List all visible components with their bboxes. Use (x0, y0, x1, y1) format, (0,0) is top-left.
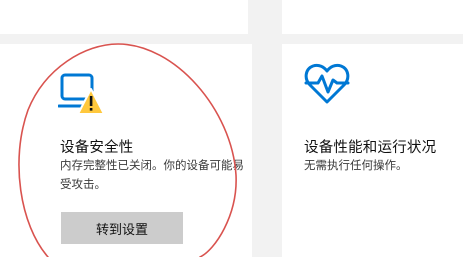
security-overview: 设备安全性 内存完整性已关闭。你的设备可能易受攻击。 转到设置 设备性能和运行状… (0, 0, 463, 257)
device-security-title: 设备安全性 (60, 140, 134, 156)
device-health-card[interactable]: 设备性能和运行状况 无需执行任何操作。 (282, 44, 463, 257)
previous-card-right (282, 0, 463, 34)
device-health-description: 无需执行任何操作。 (304, 158, 408, 172)
device-security-description: 内存完整性已关闭。你的设备可能易受攻击。 (60, 158, 244, 191)
device-health-title: 设备性能和运行状况 (304, 140, 437, 156)
device-security-card[interactable]: 设备安全性 内存完整性已关闭。你的设备可能易受攻击。 转到设置 (0, 44, 252, 257)
device-warning-icon (58, 73, 105, 115)
heart-pulse-icon (304, 63, 350, 104)
go-to-settings-button[interactable]: 转到设置 (61, 212, 183, 244)
previous-card-left (0, 0, 248, 34)
